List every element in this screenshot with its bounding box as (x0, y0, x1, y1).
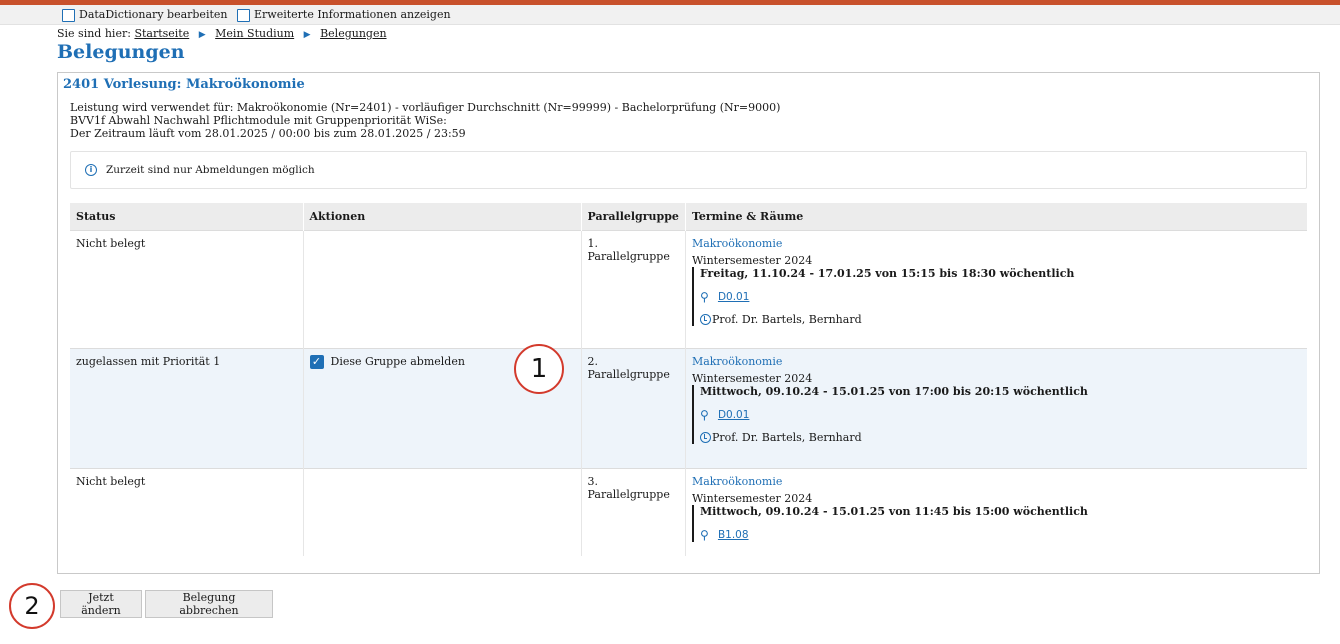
page-title: Belegungen (57, 41, 185, 63)
table-header-row: Status Aktionen Parallelgruppe Termine &… (70, 203, 1307, 230)
table-row: Nicht belegt 3. Parallelgruppe Makroökon… (70, 467, 1307, 556)
course-panel: 2401 Vorlesung: Makroökonomie Leistung w… (57, 72, 1320, 574)
extended-info-label: Erweiterte Informationen anzeigen (253, 8, 451, 21)
location-pin-icon: ⚲ (699, 527, 709, 542)
breadcrumb: Sie sind hier: Startseite ▶ Mein Studium… (57, 27, 387, 40)
dates-rooms-cell: Makroökonomie Wintersemester 2024 Mittwo… (685, 467, 1307, 556)
notice-box: i Zurzeit sind nur Abmeldungen möglich (70, 151, 1307, 189)
appointment-block: Mittwoch, 09.10.24 - 15.01.25 von 17:00 … (691, 384, 1301, 444)
room-line: ⚲ D0.01 (700, 408, 1301, 422)
room-line: ⚲ B1.08 (700, 528, 1301, 542)
breadcrumb-link-home[interactable]: Startseite (134, 27, 189, 40)
group-cell: 1. Parallelgruppe (581, 229, 686, 348)
semester-label: Wintersemester 2024 (691, 491, 813, 505)
datadictionary-checkbox[interactable]: DataDictionary bearbeiten (62, 5, 227, 25)
unregister-group-label: Diese Gruppe abmelden (330, 355, 465, 368)
lecturer-name: Prof. Dr. Bartels, Bernhard (711, 312, 862, 326)
semester-label: Wintersemester 2024 (691, 253, 813, 267)
course-link[interactable]: Makroökonomie (692, 475, 782, 488)
chevron-right-icon: ▶ (303, 30, 311, 40)
actions-cell (303, 467, 582, 556)
group-cell: 3. Parallelgruppe (581, 467, 686, 556)
appointment-time: Mittwoch, 09.10.24 - 15.01.25 von 17:00 … (699, 384, 1088, 398)
table-row: Nicht belegt 1. Parallelgruppe Makroökon… (70, 229, 1307, 348)
change-now-button[interactable]: Jetzt ändern (60, 590, 142, 618)
course-info-period: Der Zeitraum läuft vom 28.01.2025 / 00:0… (70, 127, 466, 140)
clock-icon (699, 313, 711, 325)
groups-table: Status Aktionen Parallelgruppe Termine &… (70, 203, 1307, 556)
column-header-status: Status (70, 203, 304, 230)
location-pin-icon: ⚲ (699, 407, 709, 422)
dates-rooms-cell: Makroökonomie Wintersemester 2024 Mittwo… (685, 347, 1307, 468)
chevron-right-icon: ▶ (198, 30, 206, 40)
location-pin-icon: ⚲ (699, 289, 709, 304)
lecturer-line: Prof. Dr. Bartels, Bernhard (699, 312, 1301, 326)
status-cell: zugelassen mit Priorität 1 (70, 347, 304, 468)
room-link[interactable]: D0.01 (718, 291, 749, 303)
lecturer-line: Prof. Dr. Bartels, Bernhard (699, 430, 1301, 444)
callout-marker-1: 1 (514, 344, 564, 394)
checkbox-box[interactable] (236, 8, 250, 22)
status-cell: Nicht belegt (70, 229, 304, 348)
lecturer-name: Prof. Dr. Bartels, Bernhard (711, 430, 862, 444)
room-link[interactable]: D0.01 (718, 409, 749, 421)
course-info-procedure: BVV1f Abwahl Nachwahl Pflichtmodule mit … (70, 114, 447, 127)
column-header-group: Parallelgruppe (581, 203, 686, 230)
course-link[interactable]: Makroökonomie (692, 237, 782, 250)
room-line: ⚲ D0.01 (700, 290, 1301, 304)
dates-rooms-cell: Makroökonomie Wintersemester 2024 Freita… (685, 229, 1307, 348)
info-icon: i (85, 164, 97, 176)
column-header-dates-rooms: Termine & Räume (685, 203, 1307, 230)
room-link[interactable]: B1.08 (718, 529, 749, 541)
status-cell: Nicht belegt (70, 467, 304, 556)
course-title: 2401 Vorlesung: Makroökonomie (63, 77, 305, 92)
breadcrumb-link-enrollments[interactable]: Belegungen (320, 27, 386, 40)
breadcrumb-link-studies[interactable]: Mein Studium (215, 27, 294, 40)
notice-text: Zurzeit sind nur Abmeldungen möglich (106, 164, 315, 176)
column-header-actions: Aktionen (303, 203, 582, 230)
course-link[interactable]: Makroökonomie (692, 355, 782, 368)
extended-info-checkbox[interactable]: Erweiterte Informationen anzeigen (236, 5, 451, 25)
appointment-time: Freitag, 11.10.24 - 17.01.25 von 15:15 b… (699, 266, 1075, 280)
course-info: Leistung wird verwendet für: Makroökonom… (70, 101, 780, 140)
course-info-usage: Leistung wird verwendet für: Makroökonom… (70, 101, 781, 114)
group-cell: 2. Parallelgruppe (581, 347, 686, 468)
semester-label: Wintersemester 2024 (691, 371, 813, 385)
clock-icon (699, 431, 711, 443)
datadictionary-label: DataDictionary bearbeiten (79, 8, 228, 21)
checkmark-icon[interactable]: ✓ (309, 354, 324, 369)
developer-toolbar: DataDictionary bearbeiten Erweiterte Inf… (0, 5, 1340, 25)
appointment-block: Mittwoch, 09.10.24 - 15.01.25 von 11:45 … (691, 504, 1301, 542)
appointment-block: Freitag, 11.10.24 - 17.01.25 von 15:15 b… (691, 266, 1301, 326)
appointment-time: Mittwoch, 09.10.24 - 15.01.25 von 11:45 … (699, 504, 1088, 518)
callout-marker-2: 2 (9, 583, 55, 629)
breadcrumb-prefix: Sie sind hier: (57, 27, 131, 40)
checkbox-box[interactable] (62, 8, 75, 22)
actions-cell (303, 229, 582, 348)
table-row: zugelassen mit Priorität 1 ✓ Diese Grupp… (70, 347, 1307, 468)
cancel-enrollment-button[interactable]: Belegung abbrechen (145, 590, 273, 618)
unregister-group-checkbox[interactable]: ✓ Diese Gruppe abmelden (309, 354, 465, 369)
